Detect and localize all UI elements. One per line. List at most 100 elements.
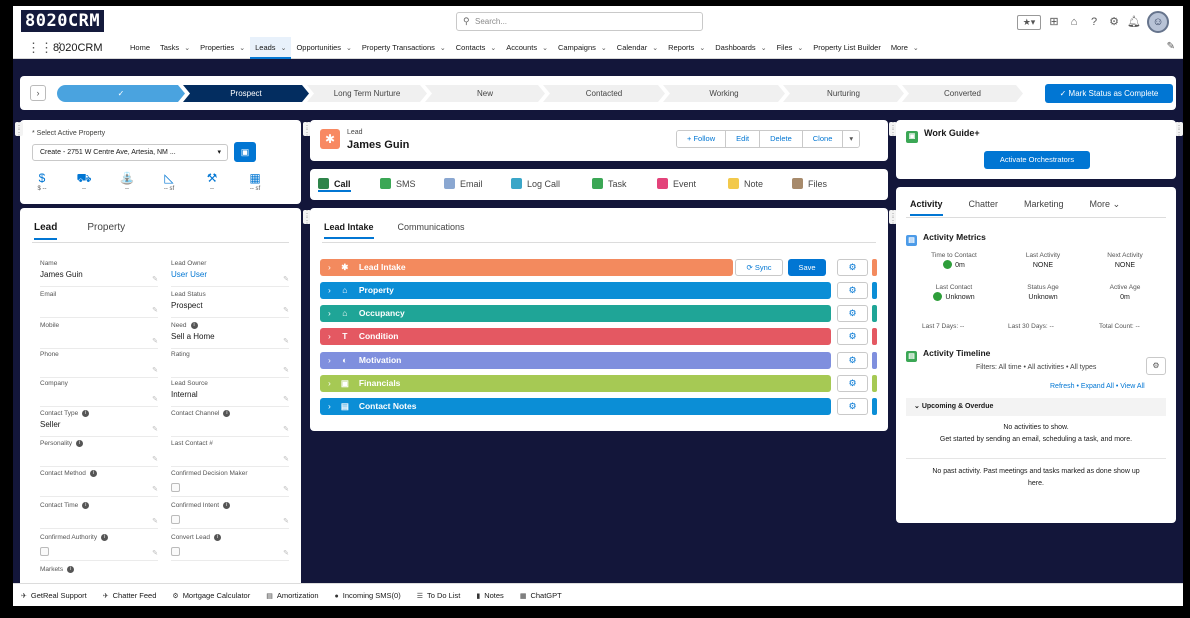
edit-nav-pencil-icon[interactable]: ✎ (1167, 41, 1175, 52)
nav-item-files[interactable]: Files ⌄ (772, 37, 809, 59)
edit-pencil-icon[interactable]: ✎ (152, 366, 158, 374)
section-lead-intake[interactable]: › ✱ Lead Intake (320, 259, 733, 276)
edit-pencil-icon[interactable]: ✎ (283, 366, 289, 374)
field-confirmed-authority[interactable]: Confirmed Authority i ✎ (40, 533, 158, 561)
utility-chatgpt[interactable]: ▦ ChatGPT (520, 591, 562, 600)
path-stage-contacted[interactable]: Contacted (543, 85, 665, 102)
field-value[interactable]: User User (171, 269, 289, 281)
field-contact-method[interactable]: Contact Method i ✎ (40, 469, 158, 497)
path-stage-prospect[interactable]: Prospect (183, 85, 309, 102)
field-email[interactable]: Email ✎ (40, 290, 158, 318)
publisher-email-button[interactable]: Email (444, 177, 483, 192)
nav-item-tasks[interactable]: Tasks ⌄ (155, 37, 195, 59)
upcoming-overdue-header[interactable]: ⌄ Upcoming & Overdue (906, 398, 1166, 416)
nav-item-campaigns[interactable]: Campaigns ⌄ (553, 37, 612, 59)
checkbox[interactable] (40, 547, 49, 556)
nav-item-accounts[interactable]: Accounts ⌄ (501, 37, 553, 59)
field-mobile[interactable]: Mobile ✎ (40, 321, 158, 349)
tab-lead[interactable]: Lead (34, 222, 58, 240)
field-personality[interactable]: Personality i ✎ (40, 439, 158, 467)
utility-to-do-list[interactable]: ☰ To Do List (417, 591, 461, 600)
sync-button[interactable]: ⟳ Sync (735, 259, 783, 276)
section-settings-gear-icon[interactable]: ⚙ (837, 328, 868, 345)
timeline-links[interactable]: Refresh • Expand All • View All (1050, 383, 1145, 390)
publisher-event-button[interactable]: Event (657, 177, 696, 192)
notifications-bell-icon[interactable]: 🔔︎ (1127, 14, 1141, 30)
mark-status-complete-button[interactable]: ✓ Mark Status as Complete (1045, 84, 1173, 103)
more-actions-chevron-icon[interactable]: ▾ (843, 131, 860, 147)
section-settings-gear-icon[interactable]: ⚙ (837, 375, 868, 392)
section-occupancy[interactable]: › ⌂ Occupancy (320, 305, 831, 322)
edit-pencil-icon[interactable]: ✎ (283, 306, 289, 314)
section-settings-gear-icon[interactable]: ⚙ (837, 259, 868, 276)
nav-item-home[interactable]: Home (125, 37, 155, 59)
clone-button[interactable]: Clone (802, 131, 844, 147)
save-button[interactable]: Save (788, 259, 826, 276)
publisher-log-call-button[interactable]: Log Call (511, 177, 560, 192)
activity-tab-marketing[interactable]: Marketing (1024, 199, 1064, 216)
nav-item-calendar[interactable]: Calendar ⌄ (612, 37, 663, 59)
user-avatar[interactable]: ☺ (1147, 11, 1169, 33)
path-stage-new[interactable]: New (425, 85, 545, 102)
activity-tab-more[interactable]: More ⌄ (1090, 199, 1121, 216)
field-company[interactable]: Company ✎ (40, 379, 158, 407)
activate-orchestrators-button[interactable]: Activate Orchestrators (984, 151, 1090, 169)
follow-button[interactable]: + Follow (677, 131, 727, 147)
trailhead-icon[interactable]: ⌂ (1067, 14, 1081, 30)
edit-pencil-icon[interactable]: ✎ (283, 395, 289, 403)
checkbox[interactable] (171, 547, 180, 556)
nav-item-leads[interactable]: Leads ⌄ (250, 37, 292, 59)
nav-item-dashboards[interactable]: Dashboards ⌄ (710, 37, 771, 59)
field-confirmed-decision-maker[interactable]: Confirmed Decision Maker ✎ (171, 469, 289, 497)
section-condition[interactable]: › T Condition (320, 328, 831, 345)
edit-pencil-icon[interactable]: ✎ (152, 306, 158, 314)
activity-tab-chatter[interactable]: Chatter (969, 199, 999, 216)
utility-incoming-sms-0-[interactable]: ● Incoming SMS(0) (335, 591, 401, 600)
section-settings-gear-icon[interactable]: ⚙ (837, 398, 868, 415)
path-toggle-chevron-icon[interactable]: › (30, 85, 46, 101)
nav-item-property-list-builder[interactable]: Property List Builder (808, 37, 886, 59)
global-actions-icon[interactable]: ⊞ (1047, 14, 1061, 30)
field-contact-type[interactable]: Contact Type i Seller ✎ (40, 409, 158, 437)
section-tab-lead-intake[interactable]: Lead Intake (324, 222, 374, 239)
publisher-files-button[interactable]: Files (792, 177, 827, 192)
nav-item-reports[interactable]: Reports ⌄ (663, 37, 710, 59)
edit-pencil-icon[interactable]: ✎ (152, 549, 158, 557)
property-action-button[interactable]: ▣ (234, 142, 256, 162)
field-contact-time[interactable]: Contact Time i ✎ (40, 501, 158, 529)
publisher-note-button[interactable]: Note (728, 177, 763, 192)
field-name[interactable]: Name James Guin ✎ (40, 259, 158, 287)
checkbox[interactable] (171, 515, 180, 524)
tab-property[interactable]: Property (87, 222, 125, 240)
section-financials[interactable]: › ▣ Financials (320, 375, 831, 392)
field-lead-source[interactable]: Lead Source Internal ✎ (171, 379, 289, 407)
publisher-call-button[interactable]: Call (318, 177, 351, 192)
section-settings-gear-icon[interactable]: ⚙ (837, 352, 868, 369)
edit-pencil-icon[interactable]: ✎ (152, 425, 158, 433)
edit-pencil-icon[interactable]: ✎ (152, 485, 158, 493)
global-search-input[interactable]: ⚲ Search... (456, 12, 703, 31)
edit-pencil-icon[interactable]: ✎ (152, 395, 158, 403)
edit-pencil-icon[interactable]: ✎ (152, 275, 158, 283)
help-icon[interactable]: ? (1087, 14, 1101, 30)
far-left-resize-handle[interactable]: ⋮ ⋮ (15, 122, 23, 137)
edit-pencil-icon[interactable]: ✎ (283, 485, 289, 493)
field-contact-channel[interactable]: Contact Channel i ✎ (171, 409, 289, 437)
edit-pencil-icon[interactable]: ✎ (152, 337, 158, 345)
nav-item-property-transactions[interactable]: Property Transactions ⌄ (357, 37, 451, 59)
section-settings-gear-icon[interactable]: ⚙ (837, 282, 868, 299)
far-right-resize-handle[interactable]: ⋮ ⋮ (1175, 122, 1183, 137)
utility-chatter-feed[interactable]: ✈ Chatter Feed (103, 591, 157, 600)
edit-pencil-icon[interactable]: ✎ (283, 455, 289, 463)
favorites-icon[interactable]: ★▾ (1017, 14, 1041, 30)
edit-pencil-icon[interactable]: ✎ (283, 337, 289, 345)
nav-item-opportunities[interactable]: Opportunities ⌄ (291, 37, 356, 59)
field-rating[interactable]: Rating ✎ (171, 350, 289, 378)
activity-tab-activity[interactable]: Activity (910, 199, 943, 216)
nav-item-more[interactable]: More ⌄ (886, 37, 924, 59)
edit-button[interactable]: Edit (726, 131, 761, 147)
nav-item-contacts[interactable]: Contacts ⌄ (451, 37, 501, 59)
utility-getreal-support[interactable]: ✈ GetReal Support (21, 591, 87, 600)
field-lead-status[interactable]: Lead Status Prospect ✎ (171, 290, 289, 318)
edit-pencil-icon[interactable]: ✎ (152, 517, 158, 525)
